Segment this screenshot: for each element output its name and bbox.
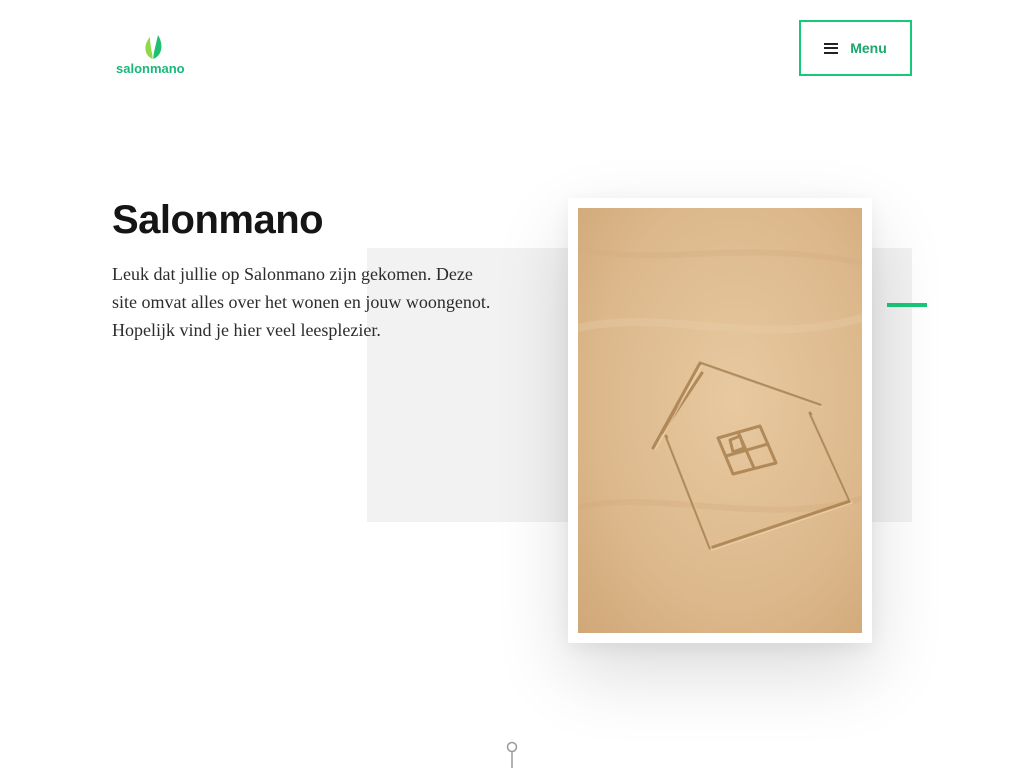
menu-button[interactable]: Menu bbox=[799, 20, 912, 76]
accent-line bbox=[887, 303, 927, 307]
leaf-icon bbox=[145, 35, 162, 60]
hero-image-frame bbox=[568, 198, 872, 643]
sand-house-photo bbox=[578, 208, 862, 633]
intro-text: Leuk dat jullie op Salonmano zijn gekome… bbox=[112, 264, 491, 340]
logo-text: salonmano bbox=[116, 61, 185, 76]
site-logo[interactable]: salonmano bbox=[116, 34, 188, 80]
hamburger-icon bbox=[824, 42, 839, 54]
scroll-down-icon[interactable] bbox=[505, 740, 519, 768]
menu-label: Menu bbox=[850, 40, 887, 56]
page-title: Salonmano bbox=[112, 198, 324, 242]
page: salonmano Menu Salonmano Leuk dat jullie… bbox=[0, 0, 1024, 768]
